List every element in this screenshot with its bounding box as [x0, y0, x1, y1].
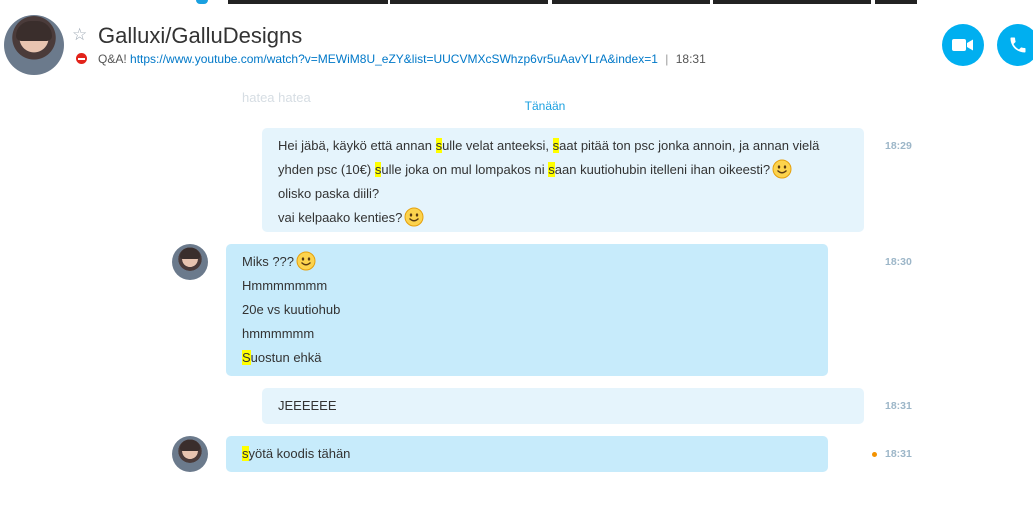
message-line: hmmmmmm [242, 326, 315, 341]
message-line: JEEEEEE [278, 398, 337, 413]
mood-time: 18:31 [675, 52, 706, 66]
strip-thumb [390, 0, 548, 4]
message-line: syötä koodis tähän [242, 446, 351, 461]
mood-prefix: Q&A! [98, 52, 127, 66]
smile-emoji-icon [772, 159, 792, 179]
video-camera-icon [952, 39, 973, 51]
strip-marker [196, 0, 208, 4]
message-line: vai kelpaako kenties? [278, 206, 858, 230]
strip-thumb [228, 0, 388, 4]
message-line: 20e vs kuutiohub [242, 302, 341, 317]
message-timestamp: 18:29 [885, 140, 912, 152]
smile-emoji-icon [296, 251, 316, 271]
smile-emoji-icon [404, 207, 424, 227]
do-not-disturb-icon [76, 53, 87, 64]
message-line: yhden psc (10€) sulle joka on mul lompak… [278, 158, 858, 182]
message-bubble-outgoing[interactable]: Hei jäbä, käykö että annan sulle velat a… [262, 128, 864, 232]
mood-message: Q&A! https://www.youtube.com/watch?v=MEW… [98, 52, 706, 66]
audio-call-button[interactable] [997, 24, 1033, 66]
date-divider: Tänään [524, 99, 566, 113]
unread-indicator-icon [872, 452, 877, 457]
message-line: olisko paska diili? [278, 186, 380, 201]
message-bubble-outgoing[interactable]: JEEEEEE [262, 388, 864, 424]
message-line: Hmmmmmmm [242, 278, 328, 293]
video-call-button[interactable] [942, 24, 984, 66]
contact-name[interactable]: Galluxi/GalluDesigns [98, 23, 302, 49]
phone-icon [1010, 37, 1026, 53]
strip-thumb [713, 0, 871, 4]
message-bubble-incoming[interactable]: syötä koodis tähän [226, 436, 828, 472]
mood-link[interactable]: https://www.youtube.com/watch?v=MEWiM8U_… [130, 52, 658, 66]
mood-separator: | [665, 52, 669, 66]
favorite-star-icon[interactable]: ☆ [72, 25, 87, 45]
message-line: Hei jäbä, käykö että annan sulle velat a… [278, 138, 820, 153]
strip-thumb [875, 0, 917, 4]
message-line: Suostun ehkä [242, 350, 322, 365]
sender-avatar[interactable] [172, 244, 208, 280]
contact-avatar[interactable] [4, 15, 64, 75]
strip-thumb [552, 0, 710, 4]
message-timestamp: 18:31 [885, 448, 912, 460]
conversation-header: ☆ Galluxi/GalluDesigns Q&A! https://www.… [0, 6, 1033, 86]
message-bubble-incoming[interactable]: Miks ??? Hmmmmmmm 20e vs kuutiohub hmmmm… [226, 244, 828, 376]
message-line: Miks ??? [242, 250, 812, 274]
sender-avatar[interactable] [172, 436, 208, 472]
message-timestamp: 18:31 [885, 400, 912, 412]
message-timestamp: 18:30 [885, 256, 912, 268]
